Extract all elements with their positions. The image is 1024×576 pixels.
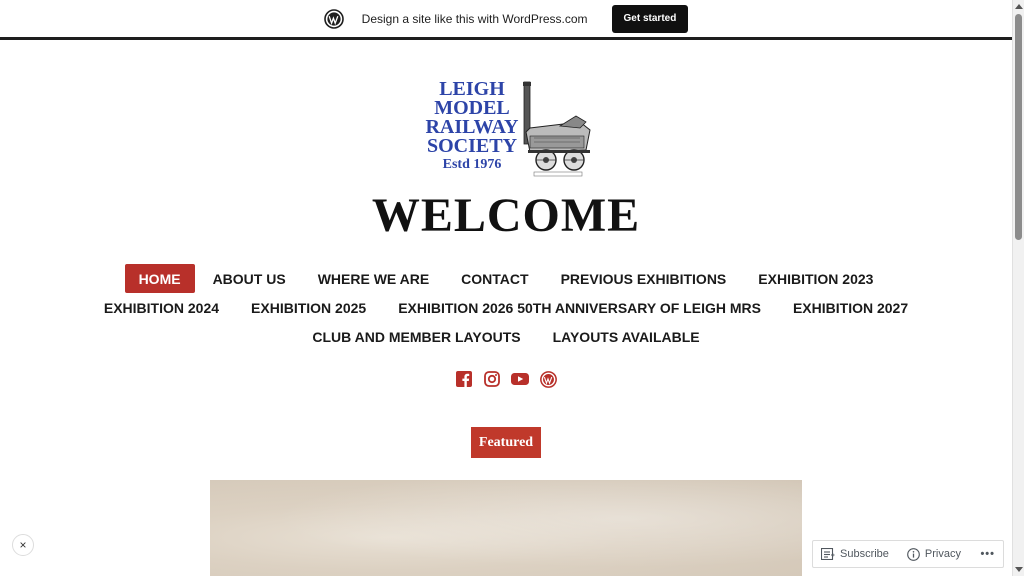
locomotive-illustration xyxy=(523,81,591,177)
close-button[interactable]: × xyxy=(12,534,34,556)
logo-line-4: SOCIETY xyxy=(426,135,518,157)
more-options-icon[interactable]: ••• xyxy=(980,548,995,560)
nav-item-exhibition-2023[interactable]: EXHIBITION 2023 xyxy=(744,264,887,293)
close-icon: × xyxy=(19,538,27,552)
privacy-button[interactable]: Privacy xyxy=(907,547,961,561)
social-links xyxy=(0,370,1012,388)
nav-item-club-and-member-layouts[interactable]: CLUB AND MEMBER LAYOUTS xyxy=(298,322,534,351)
nav-item-previous-exhibitions[interactable]: PREVIOUS EXHIBITIONS xyxy=(547,264,741,293)
featured-badge: Featured xyxy=(471,427,541,458)
subscribe-button[interactable]: Subscribe xyxy=(821,548,889,560)
featured-post-image[interactable] xyxy=(210,480,802,576)
scroll-down-arrow-icon[interactable] xyxy=(1015,567,1023,572)
wordpress-actionbar: Subscribe Privacy ••• xyxy=(812,540,1004,568)
nav-item-where-we-are[interactable]: WHERE WE ARE xyxy=(304,264,443,293)
site-logo[interactable]: LEIGH MODEL RAILWAY SOCIETY Estd 1976 xyxy=(420,79,596,180)
logo-established: Estd 1976 xyxy=(442,157,502,172)
nav-item-home[interactable]: HOME xyxy=(124,264,195,293)
main-navigation: HOME ABOUT US WHERE WE ARE CONTACT PREVI… xyxy=(60,264,952,351)
wordpress-icon[interactable] xyxy=(539,370,557,388)
youtube-icon[interactable] xyxy=(511,370,529,388)
page-scrollbar[interactable] xyxy=(1012,0,1024,576)
nav-item-exhibition-2026[interactable]: EXHIBITION 2026 50TH ANNIVERSARY OF LEIG… xyxy=(384,293,775,322)
nav-item-about-us[interactable]: ABOUT US xyxy=(199,264,300,293)
promo-text[interactable]: Design a site like this with WordPress.c… xyxy=(362,12,588,26)
nav-item-layouts-available[interactable]: LAYOUTS AVAILABLE xyxy=(539,322,714,351)
instagram-icon[interactable] xyxy=(483,370,501,388)
scroll-up-arrow-icon[interactable] xyxy=(1015,4,1023,9)
scrollbar-thumb[interactable] xyxy=(1015,14,1022,240)
subscribe-label: Subscribe xyxy=(840,548,889,560)
wordpress-icon[interactable] xyxy=(323,8,344,29)
privacy-label: Privacy xyxy=(924,548,961,560)
info-icon xyxy=(907,547,920,561)
nav-item-exhibition-2027[interactable]: EXHIBITION 2027 xyxy=(779,293,922,322)
get-started-button[interactable]: Get started xyxy=(611,4,689,33)
site-title[interactable]: WELCOME xyxy=(0,186,1012,246)
facebook-icon[interactable] xyxy=(455,370,473,388)
nav-item-exhibition-2024[interactable]: EXHIBITION 2024 xyxy=(90,293,233,322)
subscribe-icon xyxy=(821,548,835,560)
logo-text: LEIGH MODEL RAILWAY SOCIETY Estd 1976 xyxy=(420,79,524,174)
nav-item-exhibition-2025[interactable]: EXHIBITION 2025 xyxy=(237,293,380,322)
wordpress-promo-bar: Design a site like this with WordPress.c… xyxy=(0,0,1012,40)
nav-item-contact[interactable]: CONTACT xyxy=(447,264,542,293)
